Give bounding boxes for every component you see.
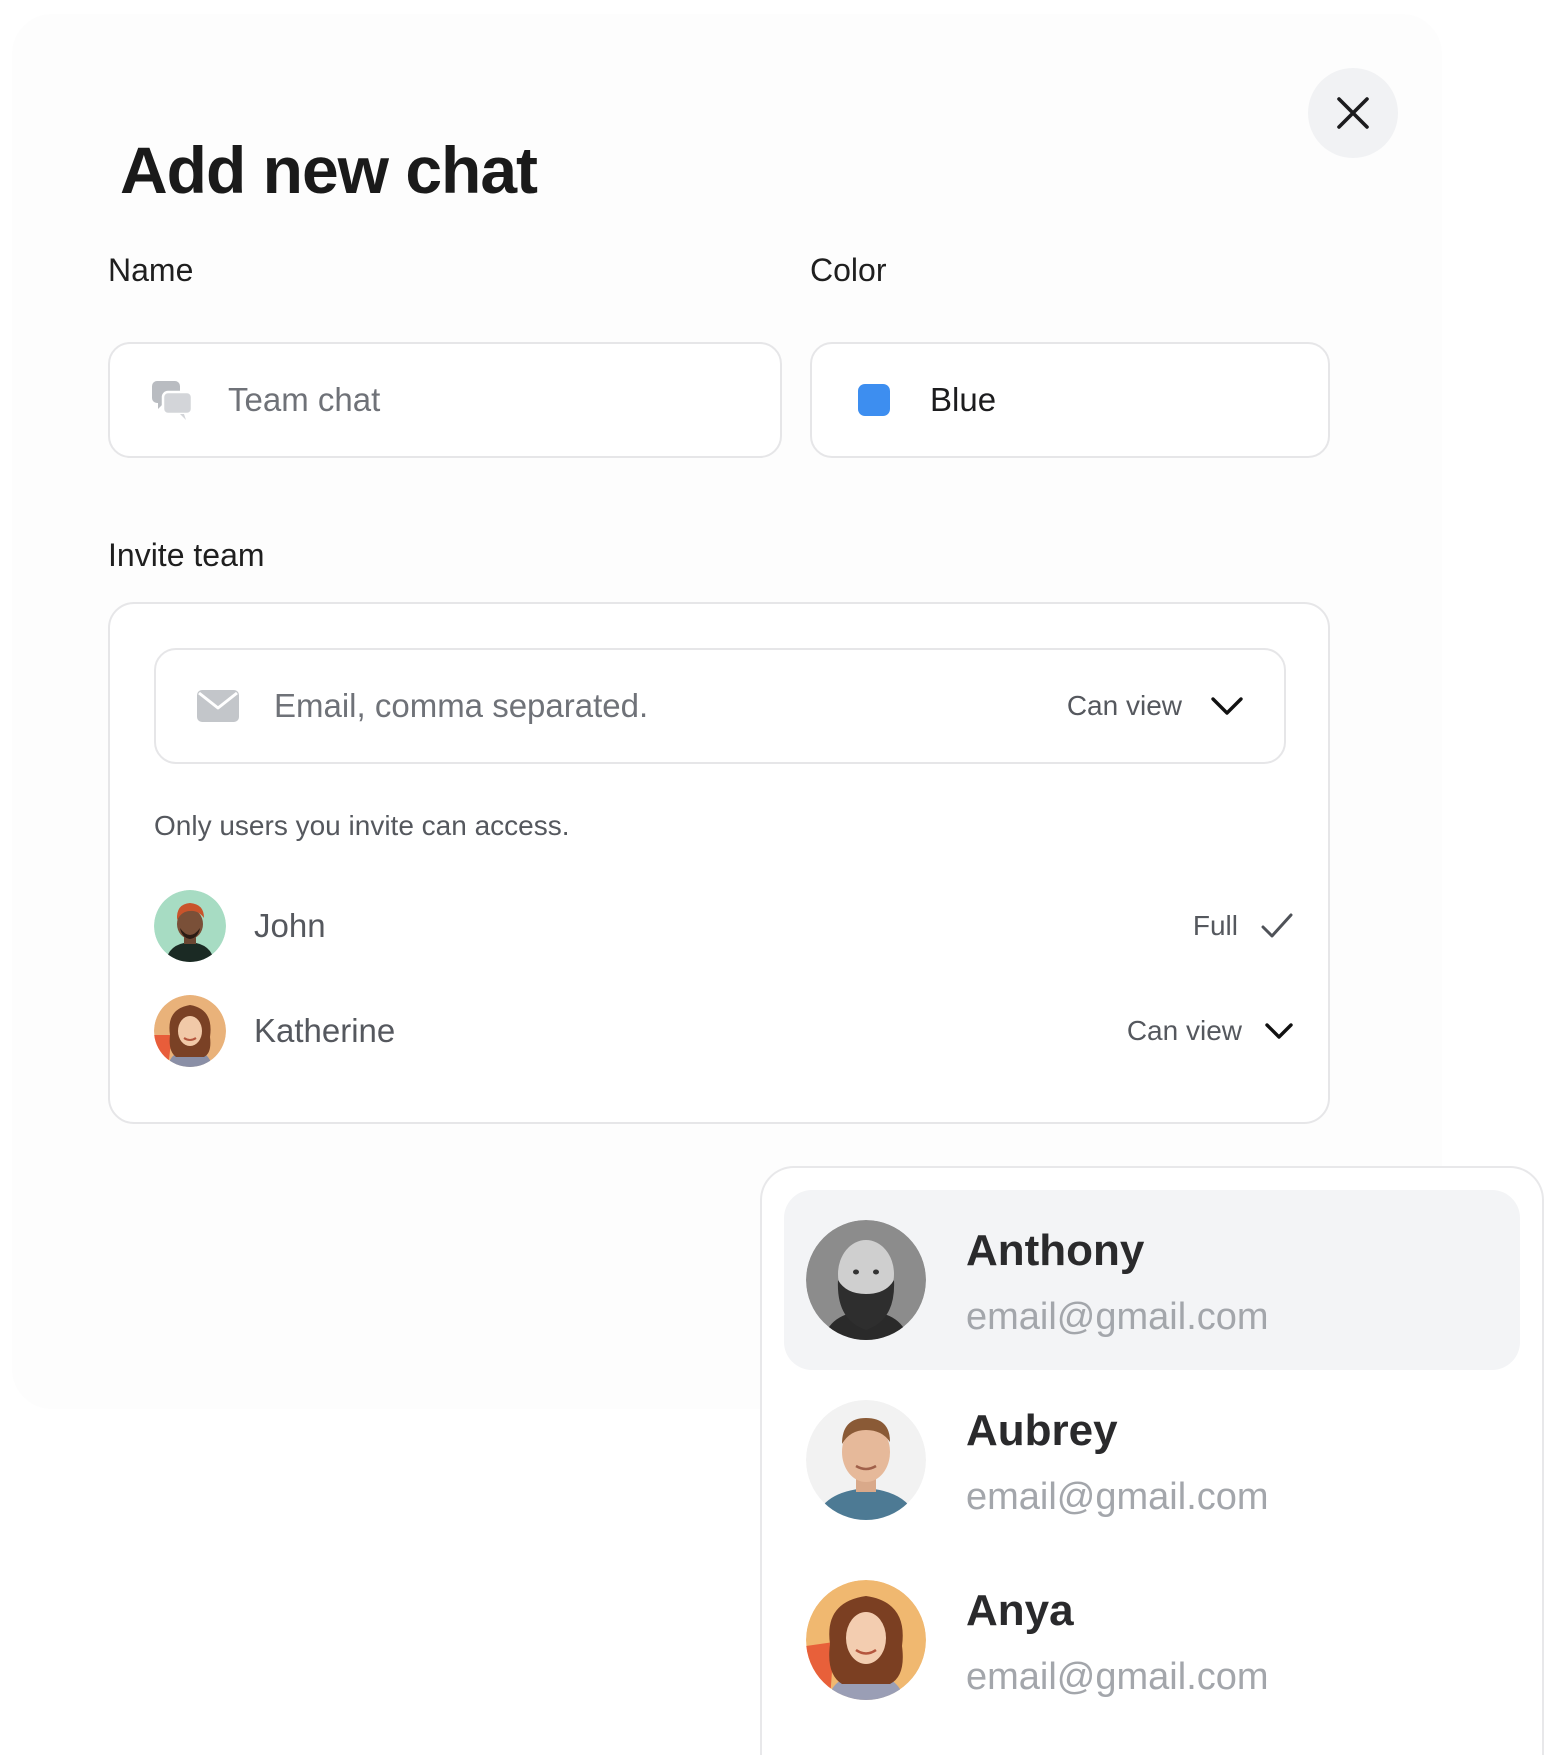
- mail-icon: [196, 688, 240, 724]
- suggestion-email: email@gmail.com: [966, 1296, 1269, 1338]
- color-select[interactable]: Blue: [810, 342, 1330, 458]
- suggestion-anya[interactable]: Anya email@gmail.com: [784, 1550, 1520, 1730]
- avatar: [154, 890, 226, 962]
- permission-label: Can view: [1126, 1015, 1242, 1046]
- member-permission[interactable]: Full: [1193, 890, 1294, 962]
- color-select-value: Blue: [930, 381, 997, 418]
- suggestion-email: email@gmail.com: [966, 1656, 1269, 1698]
- suggestion-anthony[interactable]: Anthony email@gmail.com: [784, 1190, 1520, 1370]
- member-name: Katherine: [254, 1012, 396, 1049]
- invite-team-panel: Email, comma separated. Can view Only us…: [108, 602, 1330, 1124]
- suggestion-name: Aubrey: [966, 1406, 1118, 1455]
- check-icon: [1260, 912, 1294, 940]
- suggestion-name: Anya: [966, 1586, 1074, 1635]
- avatar: [154, 995, 226, 1067]
- suggestions-dropdown: Anthony email@gmail.com Aubrey email@gma…: [760, 1166, 1544, 1755]
- close-button[interactable]: [1308, 68, 1398, 158]
- suggestion-name: Anthony: [966, 1226, 1145, 1275]
- color-swatch: [858, 384, 890, 416]
- suggestion-email: email@gmail.com: [966, 1476, 1269, 1518]
- chevron-down-icon: [1210, 696, 1244, 716]
- email-input-placeholder: Email, comma separated.: [274, 687, 649, 724]
- color-label: Color: [810, 252, 887, 288]
- name-label: Name: [108, 252, 194, 288]
- page: Add new chat Name Color Team chat Blue I…: [0, 0, 1548, 1755]
- member-row-john: John Full: [154, 890, 1294, 962]
- name-input-value: Team chat: [228, 381, 381, 418]
- avatar: [806, 1580, 926, 1700]
- suggestion-aubrey[interactable]: Aubrey email@gmail.com: [784, 1370, 1520, 1550]
- close-icon: [1336, 96, 1370, 130]
- email-permission-select[interactable]: Can view: [1067, 650, 1244, 762]
- invite-team-label: Invite team: [108, 537, 265, 573]
- permission-label: Full: [1192, 910, 1238, 941]
- permission-label: Can view: [1066, 690, 1182, 721]
- member-name: John: [254, 907, 326, 944]
- member-row-katherine: Katherine Can view: [154, 995, 1294, 1067]
- chat-bubbles-icon: [150, 378, 194, 422]
- email-input[interactable]: Email, comma separated. Can view: [154, 648, 1286, 764]
- avatar: [806, 1220, 926, 1340]
- modal-title: Add new chat: [120, 133, 538, 207]
- access-note: Only users you invite can access.: [154, 810, 570, 841]
- chevron-down-icon: [1264, 1022, 1294, 1040]
- avatar: [806, 1400, 926, 1520]
- member-permission-select[interactable]: Can view: [1127, 995, 1294, 1067]
- name-input[interactable]: Team chat: [108, 342, 782, 458]
